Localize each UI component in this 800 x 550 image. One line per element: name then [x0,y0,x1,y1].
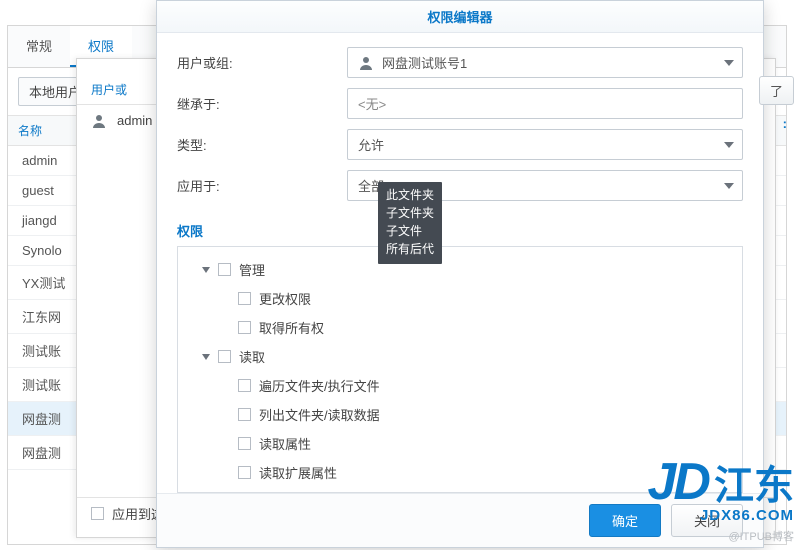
user-icon [358,56,374,70]
label-apply-to: 应用于: [177,176,347,195]
checkbox-manage[interactable] [218,263,231,276]
user-or-group-value: 网盘测试账号1 [382,53,467,72]
tree-label: 读取属性 [259,434,311,453]
checkbox[interactable] [238,408,251,421]
checkbox[interactable] [238,379,251,392]
watermark-jd: JD [648,459,708,506]
credit-text: @ITPUB博客 [728,528,794,544]
tooltip-line[interactable]: 子文件夹 [386,204,434,222]
bg-right-dots: : [783,116,788,131]
watermark-url: JDX86.COM [700,507,794,524]
tree-group-read[interactable]: 读取 [192,342,738,371]
chevron-down-icon[interactable] [202,267,210,273]
checkbox[interactable] [238,466,251,479]
type-select[interactable]: 允许 [347,129,743,160]
tree-label: 取得所有权 [259,318,324,337]
label-inherit-from: 继承于: [177,94,347,113]
chevron-down-icon [724,60,734,66]
tree-label: 更改权限 [259,289,311,308]
chevron-down-icon[interactable] [202,354,210,360]
user-icon [91,114,107,128]
label-type: 类型: [177,135,347,154]
tree-label: 管理 [239,260,265,279]
type-value: 允许 [358,135,384,154]
user-or-group-select[interactable]: 网盘测试账号1 [347,47,743,78]
mid-user-name: admin [117,113,152,128]
tree-label: 遍历文件夹/执行文件 [259,376,380,395]
checkbox[interactable] [238,321,251,334]
tooltip-line[interactable]: 所有后代 [386,240,434,258]
inherit-from-value: <无> [358,94,386,113]
tree-label: 读取权限 [259,492,311,493]
tree-label: 读取 [239,347,265,366]
mid-col-user: 用户或 [91,81,127,98]
apply-subfolders-checkbox[interactable] [91,507,104,520]
checkbox[interactable] [238,292,251,305]
chevron-down-icon [724,183,734,189]
inherit-from-field[interactable]: <无> [347,88,743,119]
bg-right-button[interactable]: 了 [759,76,794,105]
permissions-section-title: 权限 [157,219,763,246]
tooltip-line[interactable]: 此文件夹 [386,186,434,204]
tab-general[interactable]: 常规 [8,26,70,67]
checkbox[interactable] [238,437,251,450]
dialog-body: 用户或组: 网盘测试账号1 继承于: <无> 类型: 允许 [157,33,763,219]
watermark-cn: 江东 [714,453,794,511]
chevron-down-icon [724,142,734,148]
tree-label: 列出文件夹/读取数据 [259,405,380,424]
tree-label: 读取扩展属性 [259,463,337,482]
checkbox-read[interactable] [218,350,231,363]
tree-item-change-perm[interactable]: 更改权限 [192,284,738,313]
tree-item-list[interactable]: 列出文件夹/读取数据 [192,400,738,429]
tooltip-line[interactable]: 子文件 [386,222,434,240]
label-user-or-group: 用户或组: [177,53,347,72]
tree-item-take-ownership[interactable]: 取得所有权 [192,313,738,342]
dialog-title: 权限编辑器 [157,1,763,33]
tree-group-manage[interactable]: 管理 [192,255,738,284]
watermark-logo: JD 江东 JDX86.COM [648,453,794,524]
tree-item-traverse[interactable]: 遍历文件夹/执行文件 [192,371,738,400]
apply-to-dropdown-tooltip[interactable]: 此文件夹 子文件夹 子文件 所有后代 [378,182,442,264]
